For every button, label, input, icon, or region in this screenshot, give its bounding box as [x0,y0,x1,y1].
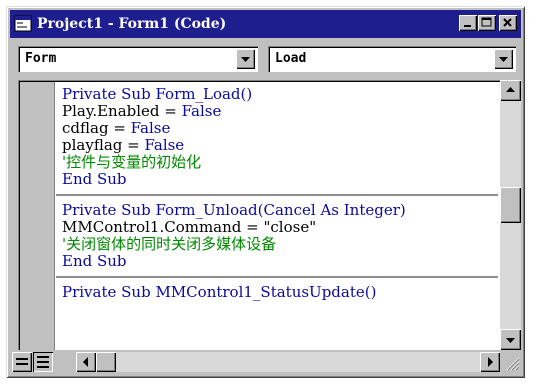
code-line[interactable]: '关闭窗体的同时关闭多媒体设备 [62,236,498,253]
code-keyword-token: False [144,136,185,154]
object-combo-dropdown[interactable] [236,49,255,69]
object-combo-value: Form [25,51,57,66]
scroll-right-icon [488,357,493,367]
code-token: playflag = [62,136,145,154]
code-line[interactable]: Private Sub Form_Load() [62,86,498,103]
maximize-icon [481,17,492,27]
vertical-scroll-thumb[interactable] [500,187,521,223]
code-comment: '控件与变量的初始化 [62,153,202,171]
code-keyword-token: Private Sub [62,85,156,103]
code-text[interactable]: Private Sub Form_Load() Play.Enabled = Fa… [56,86,498,301]
minimize-button[interactable] [459,15,477,31]
procedure-view-button[interactable] [12,352,32,372]
code-keyword-token: MMControl1_StatusUpdate() [155,283,377,301]
window-title: Project1 - Form1 (Code) [37,16,227,32]
chevron-down-icon [499,57,508,62]
code-line[interactable]: '控件与变量的初始化 [62,154,498,171]
scroll-up-button[interactable] [500,80,521,101]
scroll-left-button[interactable] [76,352,96,372]
procedure-combo-value: Load [275,51,307,66]
code-keyword-token: Private Sub [62,201,156,219]
code-line[interactable]: End Sub [62,171,498,188]
code-line[interactable]: MMControl1.Command = "close" [62,219,498,236]
code-token: Play.Enabled = [62,102,182,120]
form-app-icon [14,15,32,32]
code-keyword-token: End Sub [62,252,127,270]
chevron-down-icon [241,57,250,62]
code-line[interactable]: Private Sub MMControl1_StatusUpdate() [62,284,498,301]
code-token: MMControl1.Command = "close" [62,218,317,236]
vertical-scrollbar[interactable] [500,80,521,350]
code-keyword-token: As Integer) [320,201,406,219]
resize-grip-icon [506,357,520,371]
code-keyword-token: Private Sub [62,283,156,301]
resize-grip[interactable] [501,352,521,372]
title-bar[interactable]: Project1 - Form1 (Code) [10,10,521,38]
code-line[interactable]: playflag = False [62,137,498,154]
object-combo[interactable]: Form [18,46,258,72]
procedure-separator [56,194,498,196]
scroll-down-icon [506,338,515,343]
horizontal-scroll-track[interactable] [116,352,480,372]
scroll-up-icon [506,87,515,92]
code-keyword-token: Form_Unload(Cancel [155,201,321,219]
maximize-button[interactable] [478,15,496,31]
code-window: Project1 - Form1 (Code) Form Load Privat… [6,6,525,378]
scroll-right-button[interactable] [480,352,500,372]
full-module-view-icon [37,356,49,368]
close-button[interactable] [499,15,517,31]
horizontal-scroll-thumb[interactable] [96,352,116,372]
scroll-left-icon [83,357,88,367]
procedure-view-icon [16,358,28,365]
code-comment: '关闭窗体的同时关闭多媒体设备 [62,235,277,253]
code-keyword-token: End Sub [62,170,127,188]
margin-indicator-bar [20,82,55,350]
procedure-block[interactable]: Private Sub Form_Unload(Cancel As Intege… [62,202,498,270]
code-line[interactable]: Private Sub Form_Unload(Cancel As Intege… [62,202,498,219]
code-line[interactable]: cdflag = False [62,120,498,137]
procedure-block[interactable]: Private Sub Form_Load() Play.Enabled = Fa… [62,86,498,188]
procedure-separator [56,276,498,278]
code-keyword-token: False [181,102,222,120]
close-icon [503,18,512,27]
minimize-icon [464,25,471,27]
bottom-bar [10,352,521,374]
full-module-view-button[interactable] [33,352,53,372]
code-keyword-token: False [130,119,171,137]
code-editor[interactable]: Private Sub Form_Load() Play.Enabled = Fa… [18,80,500,350]
code-token: cdflag = [62,119,131,137]
procedure-combo-dropdown[interactable] [494,49,513,69]
scroll-down-button[interactable] [500,329,521,350]
code-line[interactable]: Play.Enabled = False [62,103,498,120]
procedure-block[interactable]: Private Sub MMControl1_StatusUpdate() [62,284,498,301]
code-keyword-token: Form_Load() [155,85,253,103]
code-line[interactable]: End Sub [62,253,498,270]
procedure-combo[interactable]: Load [268,46,516,72]
